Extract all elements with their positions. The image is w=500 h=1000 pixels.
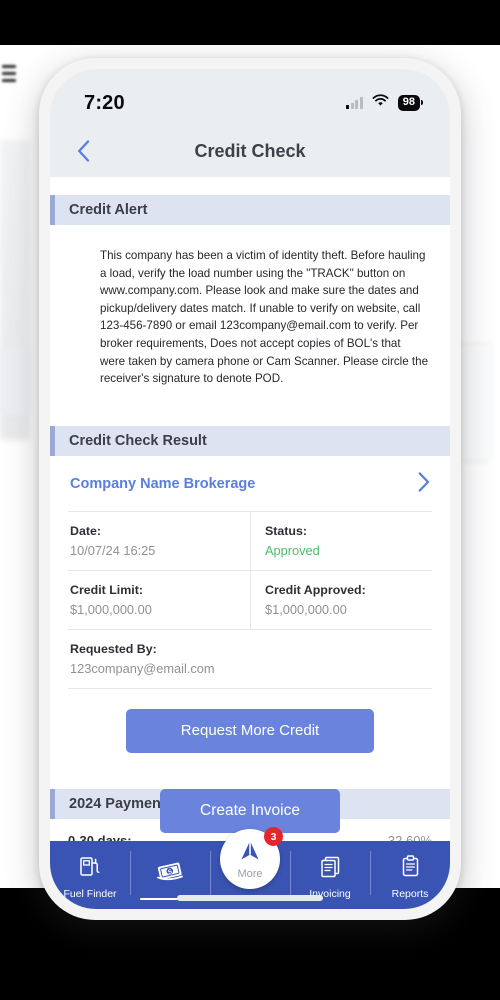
request-more-credit-button[interactable]: Request More Credit: [126, 708, 374, 753]
section-header-credit-result: Credit Check Result: [50, 425, 450, 456]
more-badge: 3: [264, 827, 283, 846]
background-block-a: [0, 345, 28, 415]
documents-icon: [319, 855, 342, 883]
page-content: Credit Alert This company has been a vic…: [50, 177, 450, 841]
payment-history-row-label: 0-30 days:: [68, 832, 132, 841]
clipboard-icon: [400, 854, 421, 883]
content-top-gap: [50, 177, 450, 195]
result-row-requested-by: Requested By: 123company@email.com: [68, 628, 432, 689]
status-bar-clock: 7:20: [84, 91, 125, 114]
credit-alert-text: This company has been a victim of identi…: [100, 249, 429, 386]
floating-action-bar: Create Invoice: [50, 789, 450, 833]
field-requested-by-value: 123company@email.com: [70, 660, 215, 676]
status-bar: 7:20 98: [50, 69, 450, 125]
gap-before-history: [50, 770, 450, 789]
tab-reports-label: Reports: [391, 887, 429, 900]
field-requested-by-label: Requested By:: [70, 641, 157, 656]
tab-fuel-finder[interactable]: Fuel Finder: [50, 841, 130, 909]
field-credit-limit: Credit Limit: $1,000,000.00: [68, 571, 250, 629]
cellular-signal-icon: [346, 97, 363, 109]
phone-frame: 7:20 98 Credit Check Credit Alert This c…: [39, 58, 461, 920]
phone-screen: 7:20 98 Credit Check Credit Alert This c…: [50, 69, 450, 909]
more-button-label: More: [237, 867, 263, 880]
nav-header: Credit Check: [50, 125, 450, 177]
tab-fuel-finder-label: Fuel Finder: [63, 887, 117, 900]
field-date: Date: 10/07/24 16:25: [68, 512, 250, 570]
status-bar-indicators: 98: [346, 94, 424, 112]
field-status: Status: Approved: [250, 511, 432, 570]
fuel-pump-icon: [79, 855, 101, 883]
wifi-icon: [372, 94, 389, 112]
section-header-credit-alert: Credit Alert: [50, 195, 450, 225]
request-more-credit-wrap: Request More Credit: [68, 689, 432, 771]
section-title-credit-alert: Credit Alert: [69, 202, 148, 218]
section-title-credit-result: Credit Check Result: [69, 432, 207, 449]
status-badge: Approved: [265, 542, 320, 558]
company-row[interactable]: Company Name Brokerage: [68, 456, 432, 511]
gap-after-alert: [50, 407, 450, 426]
page-title: Credit Check: [194, 140, 306, 161]
back-chevron-icon[interactable]: [66, 134, 100, 168]
cash-money-icon: S: [155, 860, 185, 889]
battery-icon: 98: [397, 95, 424, 111]
background-text-lines: [2, 65, 16, 86]
more-button[interactable]: More 3: [220, 827, 283, 889]
payment-history-row-value: 32.60%: [387, 832, 432, 841]
company-name-link[interactable]: Company Name Brokerage: [70, 476, 255, 492]
field-requested-by: Requested By: 123company@email.com: [68, 630, 432, 688]
field-credit-approved: Credit Approved: $1,000,000.00: [250, 570, 432, 629]
create-invoice-button[interactable]: Create Invoice: [160, 789, 340, 833]
screenshot-stage: 7:20 98 Credit Check Credit Alert This c…: [0, 0, 500, 1000]
credit-alert-body: This company has been a victim of identi…: [50, 225, 450, 408]
field-date-value: 10/07/24 16:25: [70, 542, 156, 558]
field-credit-approved-value: $1,000,000.00: [265, 601, 347, 617]
result-row-limits: Credit Limit: $1,000,000.00 Credit Appro…: [68, 569, 432, 629]
tab-reports[interactable]: Reports: [370, 841, 450, 909]
field-credit-limit-label: Credit Limit:: [70, 582, 143, 597]
chevron-right-icon[interactable]: [418, 472, 430, 497]
credit-result-card: Company Name Brokerage Date: 10/07/24 16…: [50, 456, 450, 771]
field-credit-limit-value: $1,000,000.00: [70, 601, 152, 617]
field-status-label: Status:: [265, 523, 307, 538]
home-indicator[interactable]: [177, 895, 323, 901]
result-row-date-status: Date: 10/07/24 16:25 Status: Approved: [68, 510, 432, 570]
field-credit-approved-label: Credit Approved:: [265, 582, 366, 597]
field-date-label: Date:: [70, 523, 101, 538]
more-arrow-icon: [238, 839, 262, 869]
